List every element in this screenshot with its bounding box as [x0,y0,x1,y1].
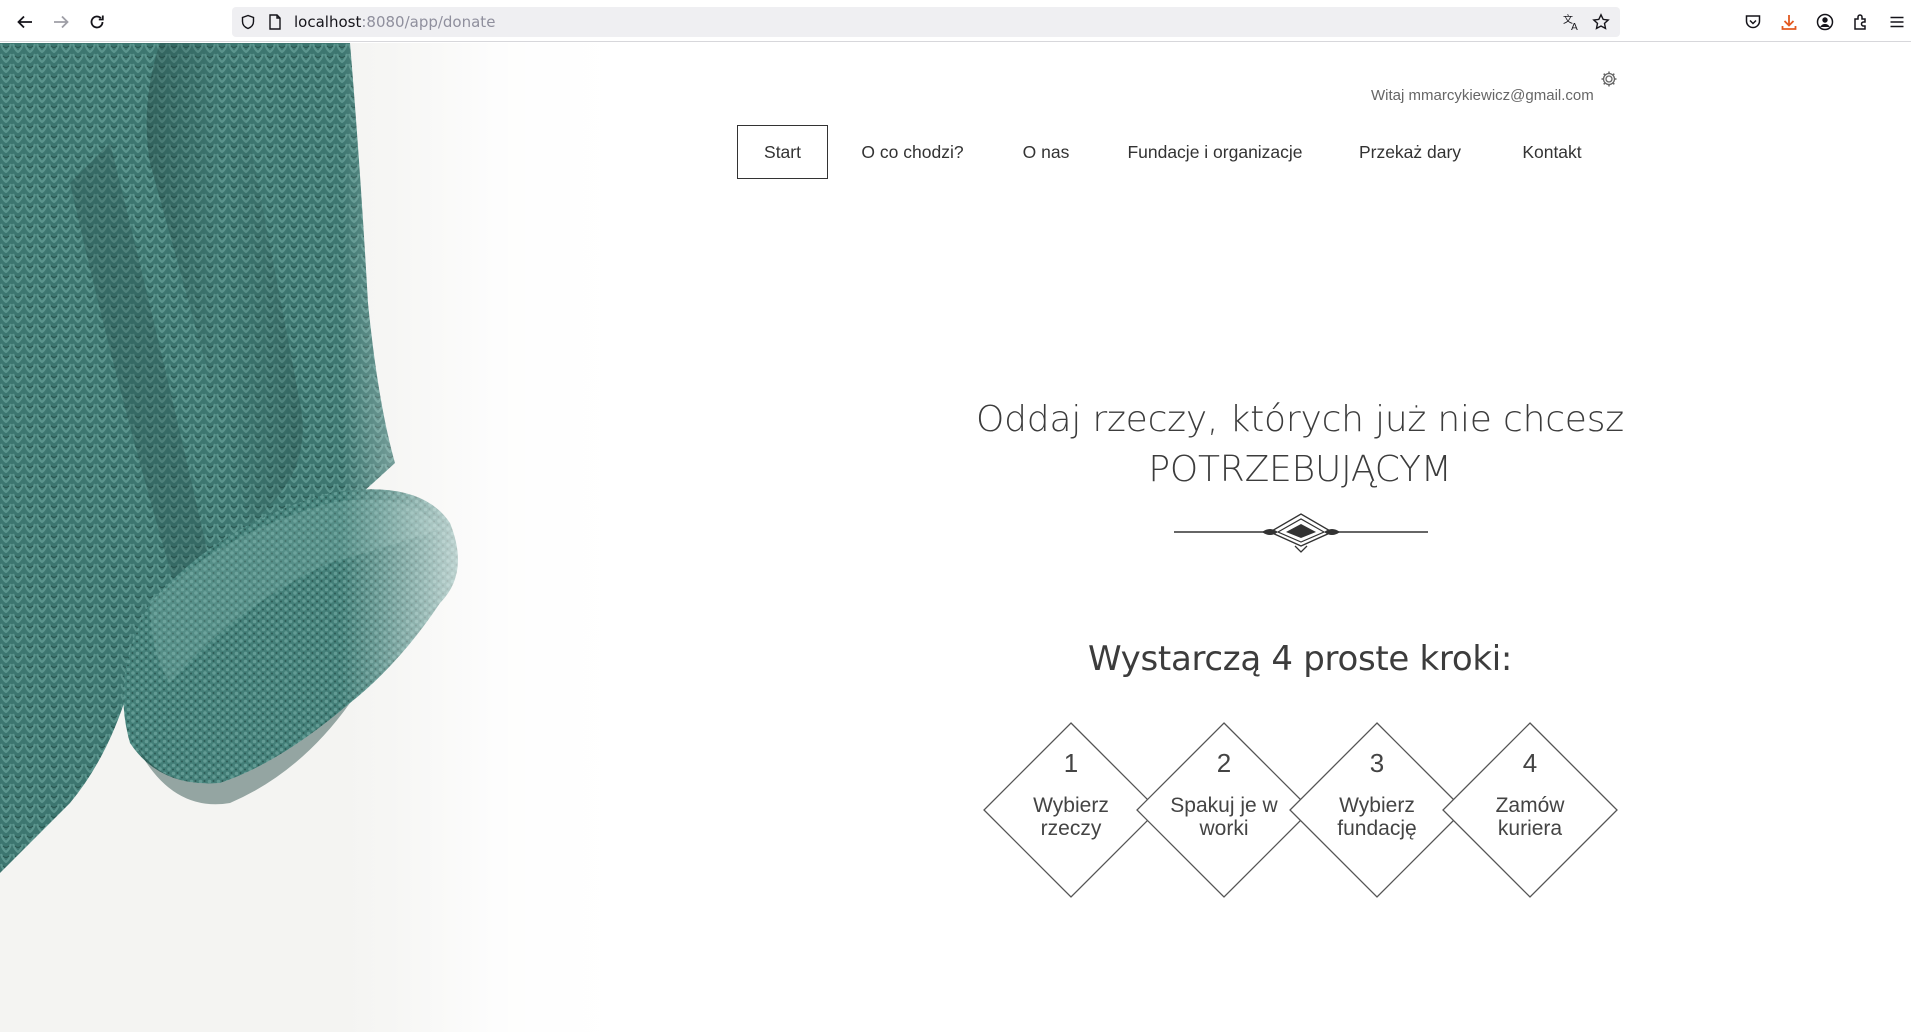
hero-headline: Oddaj rzeczy, których już nie chcesz POT… [950,395,1650,495]
account-icon[interactable] [1814,11,1836,33]
url-host: localhost [294,13,362,31]
step-label: Zamów kuriera [1495,794,1565,840]
extensions-icon[interactable] [1850,11,1872,33]
step-label: Wybierz fundację [1337,794,1417,840]
url-path: :8080/app/donate [361,13,496,31]
nav-o-nas[interactable]: O nas [1010,125,1082,179]
step-label: Spakuj je w worki [1170,794,1278,840]
step-number: 4 [1522,748,1538,778]
pocket-icon[interactable] [1742,11,1764,33]
step-number: 2 [1216,748,1232,778]
page: Witaj mmarcykiewicz@gmail.com Start O co… [0,43,1911,1032]
svg-text:A: A [1571,22,1578,31]
headline-line-1: Oddaj rzeczy, których już nie chcesz [976,399,1624,440]
back-arrow-icon[interactable] [13,10,37,34]
sweater-hero-image [0,43,620,1032]
browser-toolbar: localhost:8080/app/donate 文A [0,0,1911,42]
nav-kontakt[interactable]: Kontakt [1513,125,1591,179]
nav-o-co-chodzi[interactable]: O co chodzi? [852,125,973,179]
step-4: 4 Zamów kuriera [1442,722,1618,898]
step-1: 1 Wybierz rzeczy [983,722,1159,898]
page-icon[interactable] [268,14,282,34]
headline-line-2: POTRZEBUJĄCYM [1148,449,1452,490]
nav-przekaz-dary[interactable]: Przekaż dary [1350,125,1470,179]
address-bar[interactable]: localhost:8080/app/donate 文A [232,7,1620,37]
translate-icon[interactable]: 文A [1563,13,1581,35]
url-text[interactable]: localhost:8080/app/donate [294,13,495,31]
reload-icon[interactable] [85,10,109,34]
welcome-message: Witaj mmarcykiewicz@gmail.com [1371,87,1594,104]
shield-icon[interactable] [240,14,256,34]
steps-heading: Wystarczą 4 proste kroki: [1087,639,1513,679]
step-label: Wybierz rzeczy [1033,794,1109,840]
nav-start[interactable]: Start [737,125,828,179]
forward-arrow-icon[interactable] [49,10,73,34]
download-icon[interactable] [1778,11,1800,33]
gear-icon[interactable] [1600,70,1618,88]
menu-icon[interactable] [1886,11,1908,33]
bookmark-star-icon[interactable] [1592,13,1610,35]
ornament-divider-icon [1174,513,1428,553]
step-2: 2 Spakuj je w worki [1136,722,1312,898]
step-number: 3 [1369,748,1385,778]
step-3: 3 Wybierz fundację [1289,722,1465,898]
nav-fundacje[interactable]: Fundacje i organizacje [1124,125,1306,179]
step-number: 1 [1063,748,1079,778]
